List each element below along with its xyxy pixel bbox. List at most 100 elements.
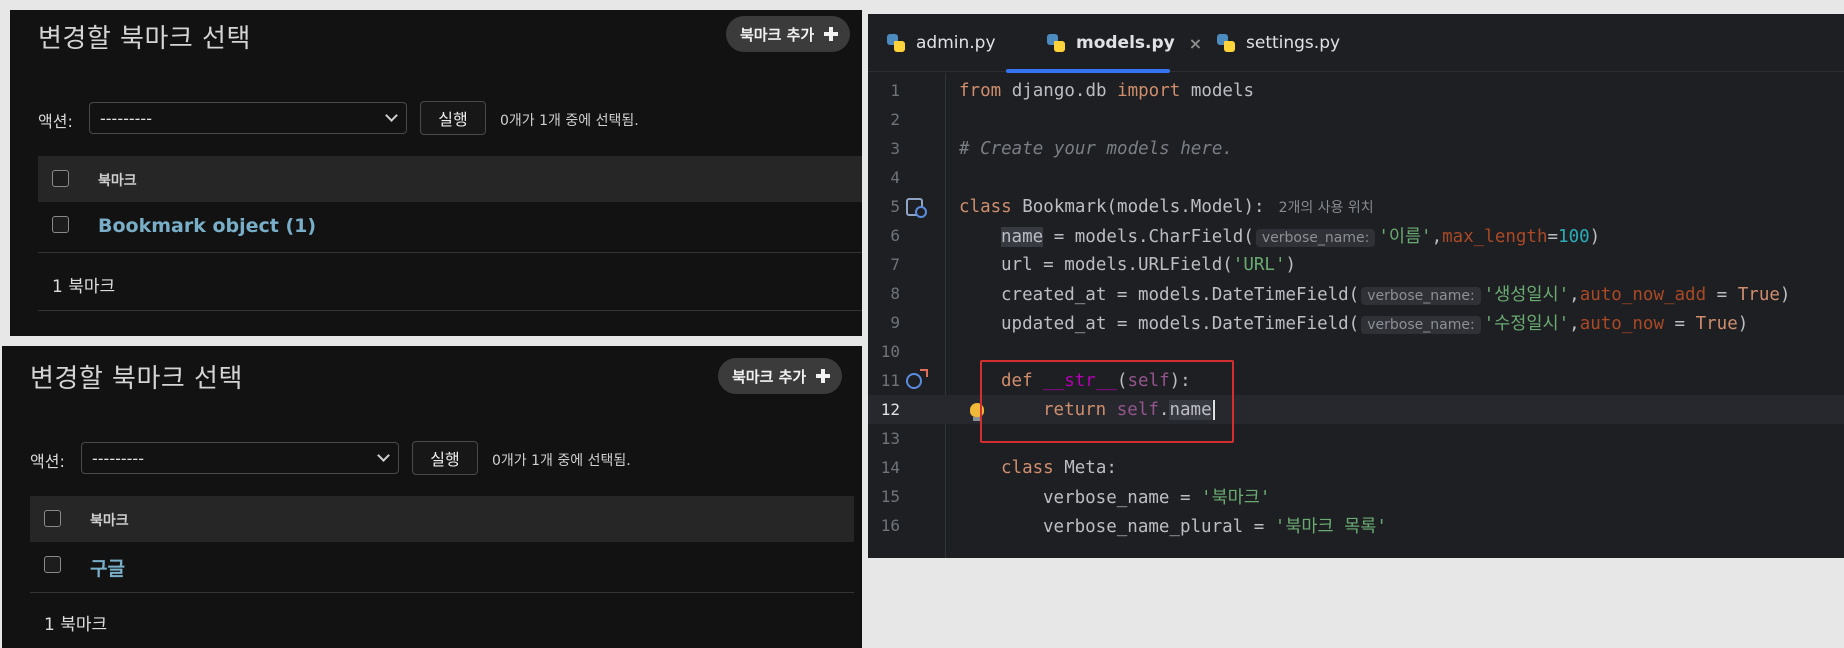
bookmark-row-link[interactable]: Bookmark object (1) [98,215,316,237]
run-action-button[interactable]: 실행 [420,101,486,135]
code-text: created_at = models.DateTimeField(verbos… [1001,285,1791,305]
row-divider [38,252,862,253]
add-bookmark-button[interactable]: 북마크 추가 [718,358,843,394]
row-checkbox[interactable] [52,216,69,233]
column-header-bookmark: 북마크 [98,173,137,189]
code-line[interactable]: 3 # Create your models here. [868,134,1844,163]
code-line[interactable]: 6 name = models.CharField(verbose_name: '… [868,221,1844,250]
python-file-icon [886,33,906,53]
parameter-hint: verbose_name: [1255,229,1376,247]
tab-admin-py[interactable]: admin.py [886,14,996,72]
code-text: class Meta: [1001,457,1117,478]
code-text: def __str__(self): [1001,370,1191,391]
line-number: 5 [890,197,900,216]
line-number: 15 [880,487,900,506]
editor-tab-bar: admin.py models.py × settings.py [868,14,1844,73]
close-tab-icon[interactable]: × [1189,34,1202,53]
line-number: 9 [890,313,900,332]
row-divider [30,592,854,593]
code-line[interactable]: 10 [868,337,1844,366]
action-select-value: --------- [100,108,152,128]
code-line[interactable]: 9 updated_at = models.DateTimeField(verb… [868,308,1844,337]
code-text: verbose_name = '북마크' [1043,488,1271,508]
parameter-hint: verbose_name: [1361,316,1481,334]
footer-divider [38,310,862,311]
code-line[interactable]: 1 from django.db import models [868,76,1844,105]
code-line-current[interactable]: 12 return self.name [868,395,1844,424]
code-text: class Bookmark(models.Model): 2개의 사용 위치 [959,196,1374,217]
line-number: 7 [890,255,900,274]
code-line[interactable]: 7 url = models.URLField('URL') [868,250,1844,279]
add-bookmark-button[interactable]: 북마크 추가 [726,16,851,52]
code-line[interactable]: 8 created_at = models.DateTimeField(verb… [868,279,1844,308]
line-number: 16 [880,516,900,535]
code-text: name = models.CharField(verbose_name: '이름… [1001,227,1601,247]
line-number: 1 [890,81,900,100]
action-select[interactable]: --------- [89,102,407,134]
code-line[interactable]: 14 class Meta: [868,453,1844,482]
line-number: 13 [880,429,900,448]
action-select[interactable]: --------- [81,442,399,474]
code-text: verbose_name_plural = '북마크 목록' [1043,517,1387,537]
code-text: from django.db import models [959,80,1255,101]
table-header: 북마크 [30,496,854,542]
chevron-down-icon [385,109,398,122]
selection-counter: 0개가 1개 중에 선택됨. [492,453,631,469]
code-line[interactable]: 5 class Bookmark(models.Model): 2개의 사용 위치 [868,192,1844,221]
column-header-bookmark: 북마크 [90,513,129,529]
result-count: 1 북마크 [44,615,108,635]
line-number: 10 [880,342,900,361]
line-number: 8 [890,284,900,303]
line-number: 14 [880,458,900,477]
line-number: 4 [890,168,900,187]
action-select-value: --------- [92,448,144,468]
tab-label: admin.py [916,33,996,53]
code-text: return self.name [1043,399,1215,420]
tab-settings-py[interactable]: settings.py [1216,14,1340,72]
line-number: 12 [880,400,900,419]
chevron-down-icon [377,449,390,462]
line-number: 3 [890,139,900,158]
code-text: url = models.URLField('URL') [1001,254,1297,275]
line-number: 6 [890,226,900,245]
code-line[interactable]: 16 verbose_name_plural = '북마크 목록' [868,511,1844,540]
select-all-checkbox[interactable] [44,510,61,527]
bookmark-row-link[interactable]: 구글 [90,554,125,581]
row-checkbox[interactable] [44,556,61,573]
page-title: 변경할 북마크 선택 [30,364,243,394]
text-caret [1212,399,1215,420]
tab-label: settings.py [1246,33,1341,53]
active-tab-indicator [1006,69,1170,73]
line-number: 2 [890,110,900,129]
select-all-checkbox[interactable] [52,170,69,187]
page-title: 변경할 북마크 선택 [38,24,251,54]
parameter-hint: verbose_name: [1361,287,1481,305]
run-action-button[interactable]: 실행 [412,441,478,475]
line-number: 11 [880,371,900,390]
lightbulb-icon[interactable] [970,402,984,421]
action-label: 액션: [38,112,73,131]
code-line[interactable]: 15 verbose_name = '북마크' [868,482,1844,511]
table-header: 북마크 [38,156,862,202]
code-text: updated_at = models.DateTimeField(verbos… [1001,314,1749,334]
code-line[interactable]: 2 [868,105,1844,134]
add-bookmark-label: 북마크 추가 [740,25,815,44]
usage-hint: 2개의 사용 위치 [1278,199,1374,216]
tab-models-py[interactable]: models.py × [1046,14,1202,72]
plus-icon [816,369,831,383]
selection-counter: 0개가 1개 중에 선택됨. [500,113,639,129]
tab-label: models.py [1076,33,1175,53]
code-line[interactable]: 4 [868,163,1844,192]
code-comment: # Create your models here. [959,138,1233,159]
code-line[interactable]: 11 def __str__(self): [868,366,1844,395]
admin-changelist-bottom: 변경할 북마크 선택 북마크 추가 액션: --------- 실행 0개가 1… [2,346,862,648]
add-bookmark-label: 북마크 추가 [732,367,807,386]
override-gutter-icon[interactable] [906,368,928,389]
subclass-gutter-icon[interactable] [906,197,927,218]
screen: 변경할 북마크 선택 북마크 추가 액션: --------- 실행 0개가 1… [0,0,1844,648]
code-editor: admin.py models.py × settings.py 1 from … [868,14,1844,558]
python-file-icon [1046,33,1066,53]
code-line[interactable]: 13 [868,424,1844,453]
admin-changelist-top: 변경할 북마크 선택 북마크 추가 액션: --------- 실행 0개가 1… [10,10,862,336]
python-file-icon [1216,33,1236,53]
